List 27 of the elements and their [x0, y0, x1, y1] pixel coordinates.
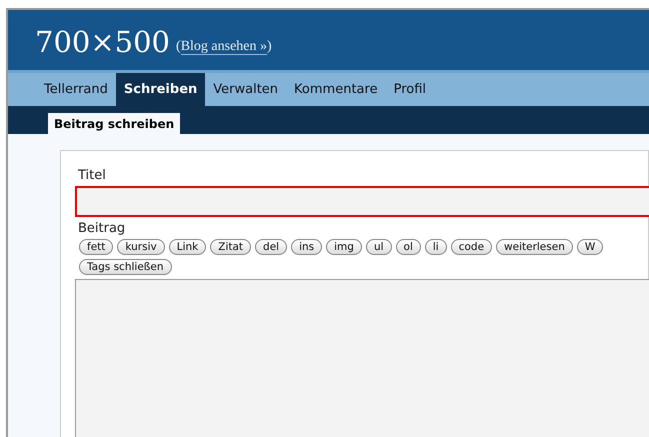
format-button[interactable]: del	[255, 239, 288, 255]
format-button[interactable]: Link	[168, 239, 206, 255]
format-button[interactable]: fett	[79, 239, 114, 255]
nav-tab[interactable]: Schreiben	[116, 73, 206, 106]
format-button[interactable]: code	[450, 239, 492, 255]
site-title: 700×500	[35, 28, 170, 57]
nav-tab[interactable]: Profil	[386, 73, 434, 106]
view-blog-link[interactable]: Blog ansehen »	[180, 39, 268, 55]
format-button[interactable]: kursiv	[117, 239, 165, 255]
format-button[interactable]: ul	[366, 239, 392, 255]
parenthesis: (	[176, 39, 181, 54]
format-button[interactable]: ins	[291, 239, 322, 255]
format-button[interactable]: Zitat	[210, 239, 252, 255]
nav-tab[interactable]: Kommentare	[286, 73, 386, 106]
format-button[interactable]: W	[576, 239, 604, 255]
format-button[interactable]: weiterlesen	[496, 239, 573, 255]
parenthesis: )	[267, 39, 272, 54]
format-button[interactable]: ol	[396, 239, 421, 255]
nav-tab[interactable]: Tellerrand	[36, 73, 116, 106]
subnav-tab[interactable]: Beitrag schreiben	[48, 113, 180, 134]
format-button[interactable]: li	[424, 239, 447, 255]
title-input-field[interactable]	[75, 186, 649, 217]
title-label: Titel	[78, 168, 107, 183]
format-button[interactable]: img	[326, 239, 362, 255]
nav-tab[interactable]: Verwalten	[205, 73, 286, 106]
body-label: Beitrag	[78, 221, 126, 236]
close-tags-button[interactable]: Tags schließen	[79, 259, 172, 275]
